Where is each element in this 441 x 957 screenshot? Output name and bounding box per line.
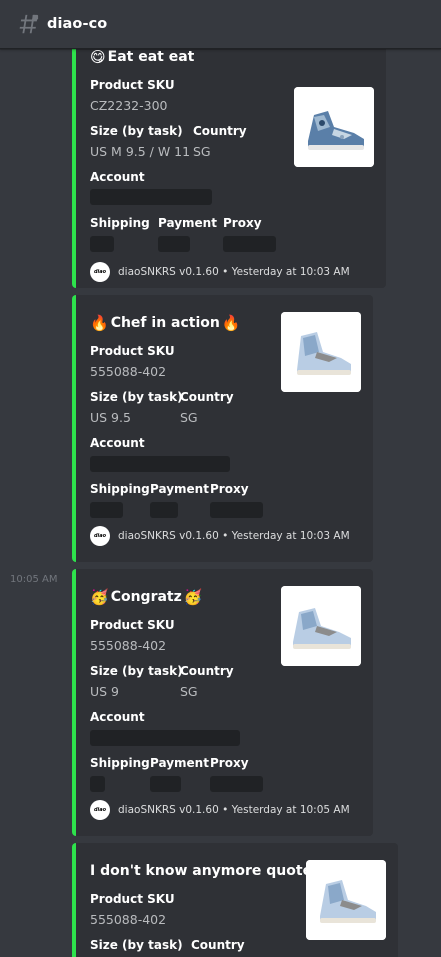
embed-card: 🥳 Congratz 🥳 Product SKU 555088-402 Size…: [72, 569, 373, 836]
redacted-account: [90, 456, 230, 472]
channel-name[interactable]: diao-co: [47, 16, 107, 32]
sku-value: 555088-402: [90, 364, 167, 379]
proxy-label: Proxy: [210, 756, 249, 770]
sneaker-image-icon: [281, 312, 361, 392]
embed-title: 😋 Eat eat eat: [90, 49, 194, 65]
redacted-proxy: [210, 776, 263, 792]
embed-footer: diao diaoSNKRS v0.1.60 • Yesterday at 10…: [90, 800, 350, 820]
sneaker-image-icon: [306, 860, 386, 940]
sneaker-thumbnail[interactable]: [281, 312, 361, 392]
fire-emoji-icon: 🔥: [90, 313, 109, 332]
shipping-label: Shipping: [90, 482, 150, 496]
size-value: US 9: [90, 684, 120, 699]
country-label: Country: [180, 390, 234, 404]
embed-title: 🔥 Chef in action 🔥: [90, 315, 241, 331]
country-label: Country: [193, 124, 247, 138]
diao-logo-icon: diao: [90, 526, 110, 546]
size-label: Size (by task): [90, 938, 183, 952]
embed-card: 🔥 Chef in action 🔥 Product SKU 555088-40…: [72, 295, 373, 562]
country-label: Country: [180, 664, 234, 678]
sneaker-thumbnail[interactable]: [281, 586, 361, 666]
size-label: Size (by task): [90, 664, 183, 678]
redacted-payment: [150, 502, 178, 518]
proxy-label: Proxy: [223, 216, 262, 230]
embed-title-text: Eat eat eat: [107, 49, 195, 65]
redacted-account: [90, 730, 240, 746]
diao-logo-icon: diao: [90, 800, 110, 820]
message-feed[interactable]: 😋 Eat eat eat Product SKU CZ2232-300 Siz…: [0, 49, 441, 957]
sku-value: 555088-402: [90, 638, 167, 653]
redacted-shipping: [90, 776, 105, 792]
embed-card: 😋 Eat eat eat Product SKU CZ2232-300 Siz…: [72, 49, 386, 288]
redacted-shipping: [90, 236, 114, 252]
embed-title: 🥳 Congratz 🥳: [90, 589, 202, 605]
embed-footer: diao diaoSNKRS v0.1.60 • Yesterday at 10…: [90, 262, 350, 282]
party-face-emoji-icon: 🥳: [90, 587, 109, 606]
sneaker-thumbnail[interactable]: [294, 87, 374, 167]
channel-header: diao-co: [0, 0, 441, 49]
sku-value: 555088-402: [90, 912, 167, 927]
face-emoji-icon: 😋: [90, 49, 106, 66]
redacted-payment: [158, 236, 190, 252]
country-value: SG: [180, 684, 198, 699]
party-face-emoji-icon: 🥳: [183, 587, 203, 606]
footer-text: diaoSNKRS v0.1.60 • Yesterday at 10:05 A…: [118, 804, 350, 816]
embed-title-text: Chef in action: [110, 315, 220, 331]
embed-title-text: Congratz: [110, 589, 182, 605]
size-label: Size (by task): [90, 124, 183, 138]
redacted-proxy: [223, 236, 276, 252]
country-value: SG: [193, 144, 211, 159]
hashtag-lock-icon: [19, 14, 39, 34]
country-value: SG: [180, 410, 198, 425]
footer-text: diaoSNKRS v0.1.60 • Yesterday at 10:03 A…: [118, 266, 350, 278]
fire-emoji-icon: 🔥: [221, 313, 241, 332]
account-label: Account: [90, 436, 145, 450]
sku-label: Product SKU: [90, 78, 175, 92]
size-value: US M 9.5 / W 11: [90, 144, 191, 159]
redacted-account: [90, 189, 212, 205]
shipping-label: Shipping: [90, 216, 150, 230]
sneaker-image-icon: [281, 586, 361, 666]
embed-footer: diao diaoSNKRS v0.1.60 • Yesterday at 10…: [90, 526, 350, 546]
sku-value: CZ2232-300: [90, 98, 168, 113]
country-label: Country: [191, 938, 245, 952]
sku-label: Product SKU: [90, 892, 175, 906]
shipping-label: Shipping: [90, 756, 150, 770]
embed-card: I don't know anymore quotes Product SKU …: [72, 843, 398, 957]
payment-label: Payment: [150, 482, 209, 496]
account-label: Account: [90, 710, 145, 724]
sku-label: Product SKU: [90, 344, 175, 358]
payment-label: Payment: [158, 216, 217, 230]
message-timestamp: 10:05 AM: [10, 574, 58, 585]
size-value: US 9.5: [90, 410, 131, 425]
embed-title-text: I don't know anymore quotes: [90, 863, 321, 879]
payment-label: Payment: [150, 756, 209, 770]
size-label: Size (by task): [90, 390, 183, 404]
sneaker-image-icon: [294, 87, 374, 167]
redacted-proxy: [210, 502, 263, 518]
embed-title: I don't know anymore quotes: [90, 863, 320, 879]
proxy-label: Proxy: [210, 482, 249, 496]
diao-logo-icon: diao: [90, 262, 110, 282]
redacted-payment: [150, 776, 181, 792]
redacted-shipping: [90, 502, 123, 518]
sneaker-thumbnail[interactable]: [306, 860, 386, 940]
footer-text: diaoSNKRS v0.1.60 • Yesterday at 10:03 A…: [118, 530, 350, 542]
sku-label: Product SKU: [90, 618, 175, 632]
account-label: Account: [90, 170, 145, 184]
